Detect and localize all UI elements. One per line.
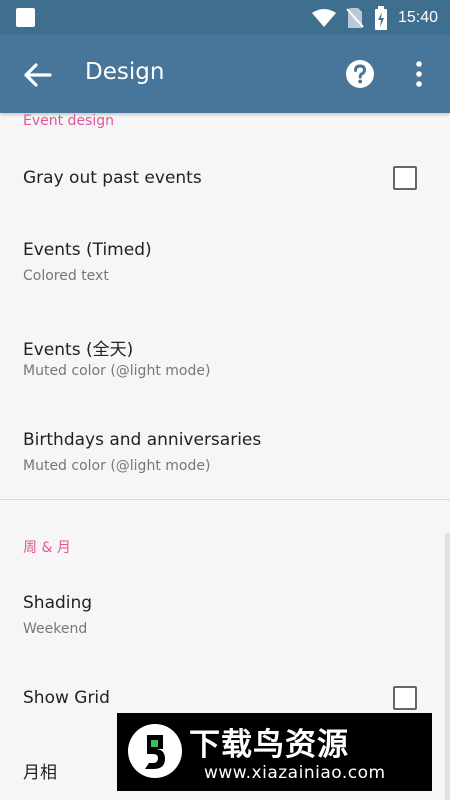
bird-logo-icon — [128, 724, 182, 778]
pref-title: 月相 — [23, 763, 57, 783]
pref-title: Gray out past events — [23, 168, 202, 188]
pref-title: Events (Timed) — [23, 240, 152, 260]
pref-summary: Muted color (@light mode) — [23, 458, 211, 474]
page-title: Design — [85, 59, 165, 85]
scrollbar[interactable] — [445, 533, 450, 800]
square-notification-icon — [16, 8, 35, 27]
no-sim-icon — [346, 7, 364, 28]
pref-birthdays-anniversaries[interactable]: Birthdays and anniversaries Muted color … — [0, 408, 450, 498]
section-title-event-design: Event design — [23, 113, 114, 129]
pref-summary: Muted color (@light mode) — [23, 363, 211, 379]
show-grid-checkbox[interactable] — [393, 686, 417, 710]
status-icons: 15:40 — [311, 0, 438, 35]
pref-summary: Colored text — [23, 268, 109, 284]
section-title-week-month: 周 & 月 — [23, 540, 71, 556]
more-vert-icon[interactable] — [409, 59, 429, 89]
status-bar: 15:40 — [0, 0, 450, 35]
app-toolbar: Design — [0, 35, 450, 113]
gray-out-checkbox[interactable] — [393, 166, 417, 190]
pref-title: Shading — [23, 593, 93, 613]
arrow-left-icon[interactable] — [22, 61, 54, 89]
section-divider — [0, 499, 450, 500]
pref-summary: Weekend — [23, 621, 88, 637]
pref-title: Show Grid — [23, 688, 110, 708]
pref-title: Birthdays and anniversaries — [23, 430, 262, 450]
pref-gray-out-past-events[interactable]: Gray out past events — [0, 143, 450, 213]
pref-shading[interactable]: Shading Weekend — [0, 568, 450, 658]
watermark-url: www.xiazainiao.com — [204, 763, 386, 783]
watermark-banner: 下载鸟资源 www.xiazainiao.com — [117, 713, 432, 791]
pref-title: Events (全天) — [23, 340, 134, 360]
battery-charging-icon — [374, 5, 387, 30]
pref-events-all-day[interactable]: Events (全天) Muted color (@light mode) — [0, 313, 450, 403]
watermark-title: 下载鸟资源 — [189, 727, 349, 763]
status-time: 15:40 — [397, 8, 438, 26]
settings-list: Event design Gray out past events Events… — [0, 113, 450, 800]
pref-events-timed[interactable]: Events (Timed) Colored text — [0, 218, 450, 308]
help-circle-icon[interactable] — [345, 59, 375, 89]
wifi-icon — [311, 8, 336, 27]
